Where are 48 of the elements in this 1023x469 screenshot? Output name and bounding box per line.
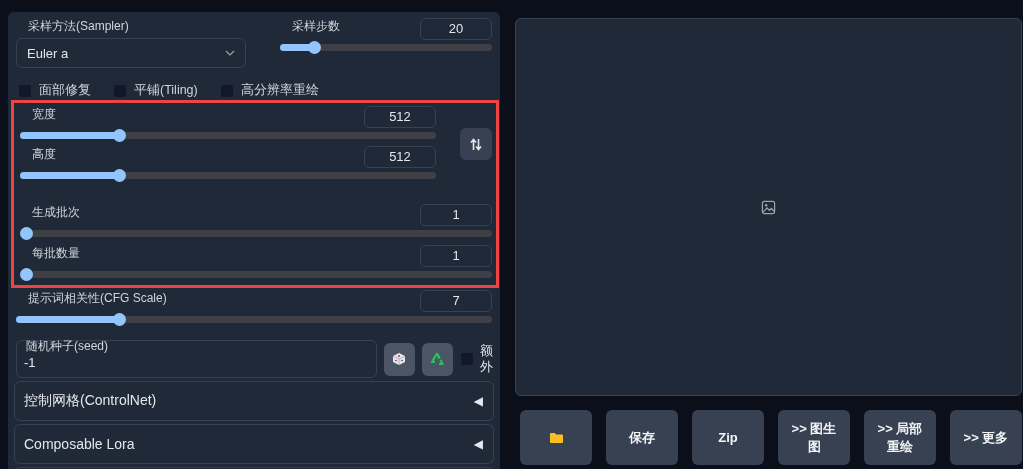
number-field[interactable]: 20: [420, 18, 492, 40]
number-field[interactable]: 1: [420, 204, 492, 226]
accordion-header[interactable]: Composable Lora ◀: [14, 424, 494, 464]
seed-field[interactable]: 随机种子(seed) -1: [16, 340, 377, 378]
output-button[interactable]: Zip: [692, 410, 764, 465]
dice-icon: [392, 352, 406, 366]
recycle-icon: [430, 352, 444, 366]
collapse-arrow: ◀: [473, 394, 483, 408]
collapse-arrow: ◀: [473, 437, 483, 451]
accordion-title: Composable Lora: [24, 436, 135, 452]
number-field[interactable]: 7: [420, 290, 492, 312]
slider-label: 每批数量: [31, 245, 81, 262]
chevron-down-icon: [225, 50, 235, 56]
slider-track[interactable]: [16, 313, 492, 326]
number-field[interactable]: 512: [364, 146, 436, 168]
checkbox-label: 平铺(Tiling): [134, 82, 198, 99]
accordion-header[interactable]: 控制网格(ControlNet) ◀: [14, 381, 494, 421]
checkbox-label: 高分辨率重绘: [240, 82, 319, 99]
checkbox-label: 额外: [479, 342, 492, 376]
output-button[interactable]: >> 图生图: [778, 410, 850, 465]
accordion-title: 控制网格(ControlNet): [24, 392, 157, 410]
open-folder-button[interactable]: [520, 410, 592, 465]
random-button[interactable]: [383, 342, 415, 376]
slider-track[interactable]: [20, 129, 436, 142]
field-label: 随机种子(seed): [25, 338, 109, 355]
slider-track[interactable]: [280, 41, 492, 54]
slider-label: 宽度: [31, 106, 57, 123]
slider-label: 提示词相关性(CFG Scale): [27, 290, 168, 307]
swap-arrows-icon: [470, 137, 482, 151]
reuse-button[interactable]: [421, 342, 453, 376]
slider-track[interactable]: [20, 169, 436, 182]
image-icon: [761, 199, 776, 215]
output-button[interactable]: 保存: [606, 410, 678, 465]
slider-track[interactable]: [20, 268, 492, 281]
dropdown-label: 采样方法(Sampler): [27, 18, 130, 35]
slider-label: 生成批次: [31, 204, 81, 221]
number-field[interactable]: 1: [420, 245, 492, 267]
sampler-dropdown[interactable]: Euler a: [16, 38, 246, 68]
folder-icon: [549, 432, 563, 443]
output-button[interactable]: >> 更多: [950, 410, 1022, 465]
number-field[interactable]: 512: [364, 106, 436, 128]
slider-label: 采样步数: [291, 18, 341, 35]
checkbox-label: 面部修复: [39, 82, 91, 99]
slider-label: 高度: [31, 146, 57, 163]
slider-track[interactable]: [20, 227, 492, 240]
field-value: -1: [23, 355, 37, 370]
output-button[interactable]: >> 局部重绘: [864, 410, 936, 465]
swap-button[interactable]: [460, 128, 492, 160]
